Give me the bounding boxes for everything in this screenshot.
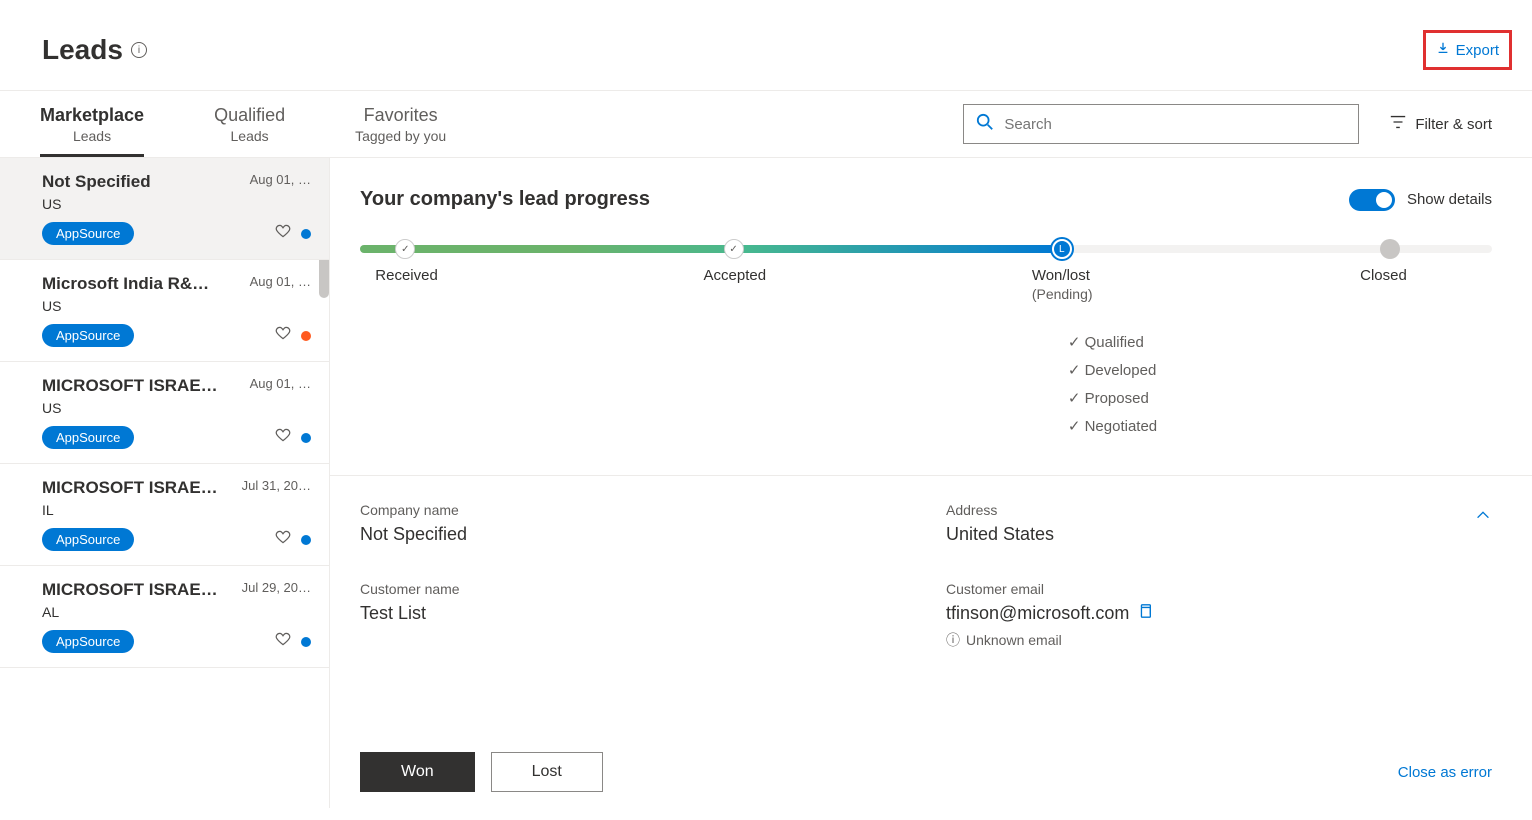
progress-node-closed	[1380, 239, 1400, 259]
lead-item[interactable]: MICROSOFT ISRAE… Aug 01, … US AppSource	[0, 362, 329, 464]
lead-location: US	[42, 298, 311, 314]
page-title: Leads	[42, 34, 123, 66]
tab-favorites[interactable]: Favorites Tagged by you	[355, 91, 446, 157]
lost-button[interactable]: Lost	[491, 752, 603, 792]
customer-name-value: Test List	[360, 603, 906, 624]
progress-stage-label: Closed	[1360, 267, 1407, 284]
source-badge: AppSource	[42, 630, 134, 653]
status-dot	[301, 535, 311, 545]
status-dot	[301, 637, 311, 647]
lead-date: Aug 01, …	[250, 274, 311, 289]
heart-icon[interactable]	[275, 631, 291, 652]
lead-item[interactable]: MICROSOFT ISRAE… Jul 29, 20… AL AppSourc…	[0, 566, 329, 668]
progress-node-received: ✓	[395, 239, 415, 259]
lead-title: Not Specified	[42, 172, 151, 192]
lead-date: Aug 01, …	[250, 172, 311, 187]
progress-node-accepted: ✓	[724, 239, 744, 259]
source-badge: AppSource	[42, 222, 134, 245]
progress-node-wonlost: L	[1052, 239, 1072, 259]
sub-stage-item: Qualified	[1068, 333, 1492, 351]
company-name-value: Not Specified	[360, 524, 906, 545]
tab-subtitle: Leads	[214, 128, 285, 144]
progress-bar: ✓ ✓ L	[360, 241, 1492, 257]
close-as-error-link[interactable]: Close as error	[1398, 764, 1492, 781]
download-icon	[1436, 41, 1450, 59]
source-badge: AppSource	[42, 324, 134, 347]
tab-qualified[interactable]: Qualified Leads	[214, 91, 285, 157]
lead-title: MICROSOFT ISRAE…	[42, 376, 218, 396]
source-badge: AppSource	[42, 426, 134, 449]
customer-email-label: Customer email	[946, 581, 1492, 597]
toggle-label: Show details	[1407, 191, 1492, 208]
lead-item[interactable]: Microsoft India R&… Aug 01, … US AppSour…	[0, 260, 329, 362]
lead-location: AL	[42, 604, 311, 620]
heart-icon[interactable]	[275, 325, 291, 346]
tab-bar: Marketplace Leads Qualified Leads Favorites T…	[0, 91, 1532, 158]
customer-email-value: tfinson@microsoft.com	[946, 603, 1129, 624]
tab-subtitle: Leads	[40, 128, 144, 144]
lead-location: IL	[42, 502, 311, 518]
status-dot	[301, 433, 311, 443]
heart-icon[interactable]	[275, 427, 291, 448]
progress-stage-label: Won/lost(Pending)	[1032, 267, 1093, 302]
tab-title: Marketplace	[40, 105, 144, 126]
lead-date: Jul 31, 20…	[242, 478, 311, 493]
address-value: United States	[946, 524, 1492, 545]
lead-date: Aug 01, …	[250, 376, 311, 391]
lead-location: US	[42, 400, 311, 416]
sub-stage-item: Proposed	[1068, 389, 1492, 407]
info-icon[interactable]: i	[131, 42, 147, 58]
search-box[interactable]	[963, 104, 1359, 144]
search-icon	[976, 113, 994, 136]
show-details-toggle[interactable]	[1349, 189, 1395, 211]
tab-marketplace[interactable]: Marketplace Leads	[40, 91, 144, 157]
progress-stage-label: Received	[375, 267, 438, 284]
sub-stage-item: Negotiated	[1068, 417, 1492, 435]
filter-sort-button[interactable]: Filter & sort	[1389, 113, 1492, 135]
company-name-label: Company name	[360, 502, 906, 518]
lead-title: Microsoft India R&…	[42, 274, 209, 294]
copy-icon[interactable]	[1137, 603, 1153, 624]
question-icon: ⓘ	[946, 630, 960, 650]
search-input[interactable]	[1004, 116, 1346, 133]
customer-name-label: Customer name	[360, 581, 906, 597]
filter-icon	[1389, 113, 1407, 135]
tab-title: Favorites	[355, 105, 446, 126]
lead-date: Jul 29, 20…	[242, 580, 311, 595]
lead-title: MICROSOFT ISRAE…	[42, 478, 218, 498]
lead-item[interactable]: MICROSOFT ISRAE… Jul 31, 20… IL AppSourc…	[0, 464, 329, 566]
progress-stage-label: Accepted	[704, 267, 767, 284]
status-dot	[301, 331, 311, 341]
sub-stage-item: Developed	[1068, 361, 1492, 379]
tab-subtitle: Tagged by you	[355, 128, 446, 144]
won-button[interactable]: Won	[360, 752, 475, 792]
progress-title: Your company's lead progress	[360, 188, 650, 211]
lead-item[interactable]: Not Specified Aug 01, … US AppSource	[0, 158, 329, 260]
collapse-icon[interactable]	[1474, 506, 1492, 529]
email-note: ⓘ Unknown email	[946, 630, 1492, 650]
lead-list: Not Specified Aug 01, … US AppSource Mic…	[0, 158, 330, 808]
lead-title: MICROSOFT ISRAE…	[42, 580, 218, 600]
tab-title: Qualified	[214, 105, 285, 126]
heart-icon[interactable]	[275, 529, 291, 550]
status-dot	[301, 229, 311, 239]
source-badge: AppSource	[42, 528, 134, 551]
address-label: Address	[946, 502, 1492, 518]
page-header: Leads i Export	[0, 0, 1532, 91]
export-button[interactable]: Export	[1423, 30, 1512, 70]
heart-icon[interactable]	[275, 223, 291, 244]
lead-detail-pane: Your company's lead progress Show detail…	[330, 158, 1532, 808]
filter-sort-label: Filter & sort	[1415, 116, 1492, 133]
lead-location: US	[42, 196, 311, 212]
export-label: Export	[1456, 42, 1499, 59]
